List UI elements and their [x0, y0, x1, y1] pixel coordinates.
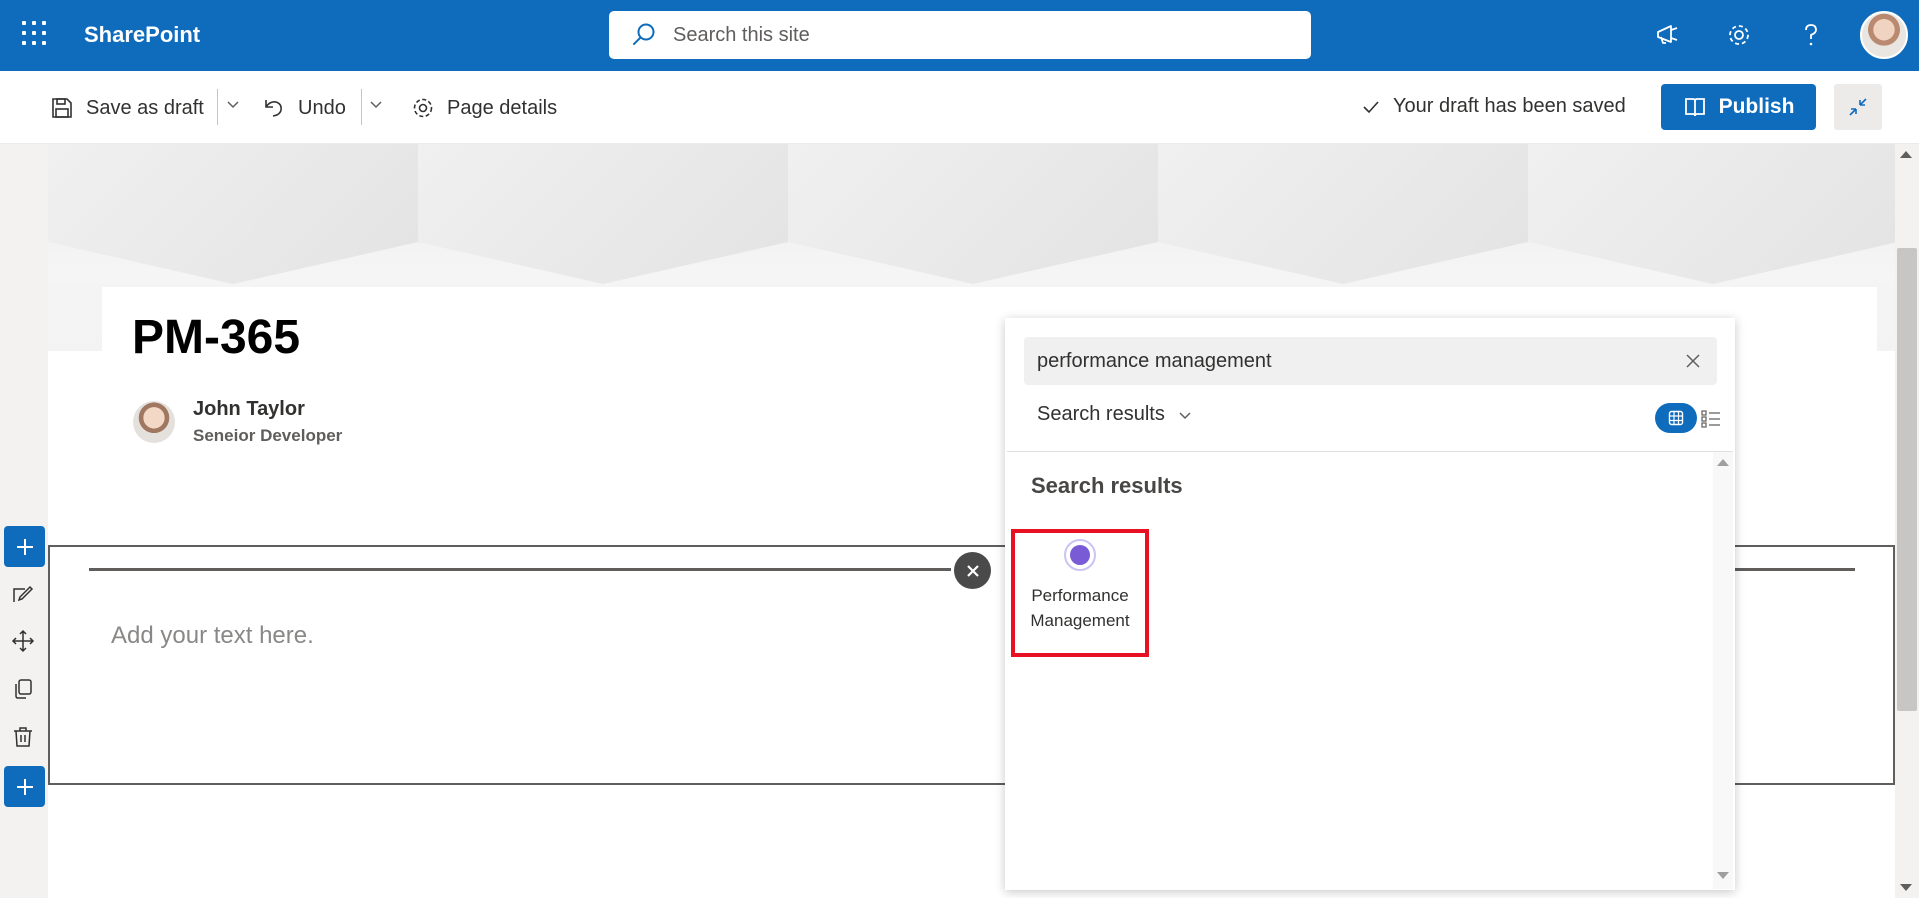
result-tile-performance-management[interactable]: Performance Management: [1011, 529, 1149, 657]
author-name[interactable]: John Taylor: [193, 398, 305, 421]
settings-gear-icon: [413, 98, 433, 118]
draft-status-text: Your draft has been saved: [1393, 95, 1626, 117]
divider: [217, 89, 218, 125]
grid-icon: [1668, 410, 1684, 426]
result-label: Performance Management: [1030, 586, 1130, 630]
draft-status: Your draft has been saved: [1361, 95, 1626, 118]
divider: [361, 89, 362, 125]
scroll-down-arrow-icon[interactable]: [1900, 884, 1912, 891]
chevron-down-icon[interactable]: [369, 97, 383, 111]
move-section-icon[interactable]: [9, 627, 37, 655]
picker-scrollbar[interactable]: [1713, 452, 1733, 889]
add-section-button[interactable]: [4, 526, 45, 567]
text-web-part-placeholder[interactable]: Add your text here.: [111, 622, 314, 650]
plus-icon: [16, 538, 33, 555]
site-search-box[interactable]: Search this site: [609, 11, 1311, 59]
chevron-down-icon[interactable]: [226, 97, 240, 111]
divider: [1007, 451, 1733, 452]
page-title[interactable]: PM-365: [132, 310, 300, 365]
close-picker-button[interactable]: [954, 552, 991, 589]
person-icon: [1064, 539, 1096, 571]
command-bar: Save as draft Undo Page details Your dra…: [0, 71, 1919, 144]
plus-icon: [16, 778, 33, 795]
duplicate-section-icon[interactable]: [9, 675, 37, 703]
edit-section-icon[interactable]: [9, 581, 37, 609]
search-placeholder: Search this site: [673, 23, 810, 46]
clear-search-icon[interactable]: [1681, 349, 1705, 373]
chevron-down-icon: [1179, 411, 1191, 419]
help-icon[interactable]: [1794, 18, 1828, 52]
results-heading: Search results: [1031, 473, 1183, 498]
scroll-down-arrow-icon[interactable]: [1717, 872, 1729, 879]
save-icon: [52, 98, 72, 118]
scroll-up-arrow-icon[interactable]: [1900, 151, 1912, 158]
add-section-button[interactable]: [4, 766, 45, 807]
author-role: Seneior Developer: [193, 426, 343, 445]
picker-search-value: performance management: [1037, 350, 1272, 372]
checkmark-icon: [1363, 100, 1379, 113]
divider-web-part[interactable]: [89, 568, 951, 571]
save-as-draft-button[interactable]: Save as draft: [50, 93, 204, 123]
collapse-button[interactable]: [1834, 84, 1882, 130]
undo-label: Undo: [298, 96, 346, 119]
waffle-icon[interactable]: [22, 21, 48, 47]
search-icon: [633, 23, 655, 45]
suite-bar: SharePoint Search this site: [0, 0, 1919, 71]
grid-view-toggle[interactable]: [1655, 403, 1697, 433]
settings-gear-icon[interactable]: [1722, 18, 1756, 52]
megaphone-icon[interactable]: [1651, 18, 1685, 52]
undo-button[interactable]: Undo: [262, 93, 346, 123]
page-details-button[interactable]: Page details: [411, 93, 557, 123]
author-avatar: [133, 401, 175, 443]
user-avatar[interactable]: [1860, 11, 1908, 59]
page-scrollbar-thumb[interactable]: [1897, 248, 1917, 711]
undo-icon: [265, 100, 282, 117]
page-details-label: Page details: [447, 96, 558, 119]
save-as-draft-label: Save as draft: [86, 96, 204, 119]
list-view-toggle[interactable]: [1700, 408, 1722, 430]
close-icon: [966, 564, 979, 577]
list-icon: [1701, 410, 1720, 428]
category-dropdown[interactable]: Search results: [1037, 403, 1193, 426]
book-icon: [1684, 98, 1705, 117]
divider-web-part[interactable]: [1733, 568, 1855, 571]
category-dropdown-label: Search results: [1037, 403, 1165, 425]
app-name[interactable]: SharePoint: [84, 22, 200, 48]
delete-section-icon[interactable]: [9, 723, 37, 751]
publish-button[interactable]: Publish: [1661, 84, 1816, 130]
publish-label: Publish: [1718, 95, 1795, 118]
collapse-icon: [1849, 98, 1867, 116]
scroll-up-arrow-icon[interactable]: [1717, 459, 1729, 466]
